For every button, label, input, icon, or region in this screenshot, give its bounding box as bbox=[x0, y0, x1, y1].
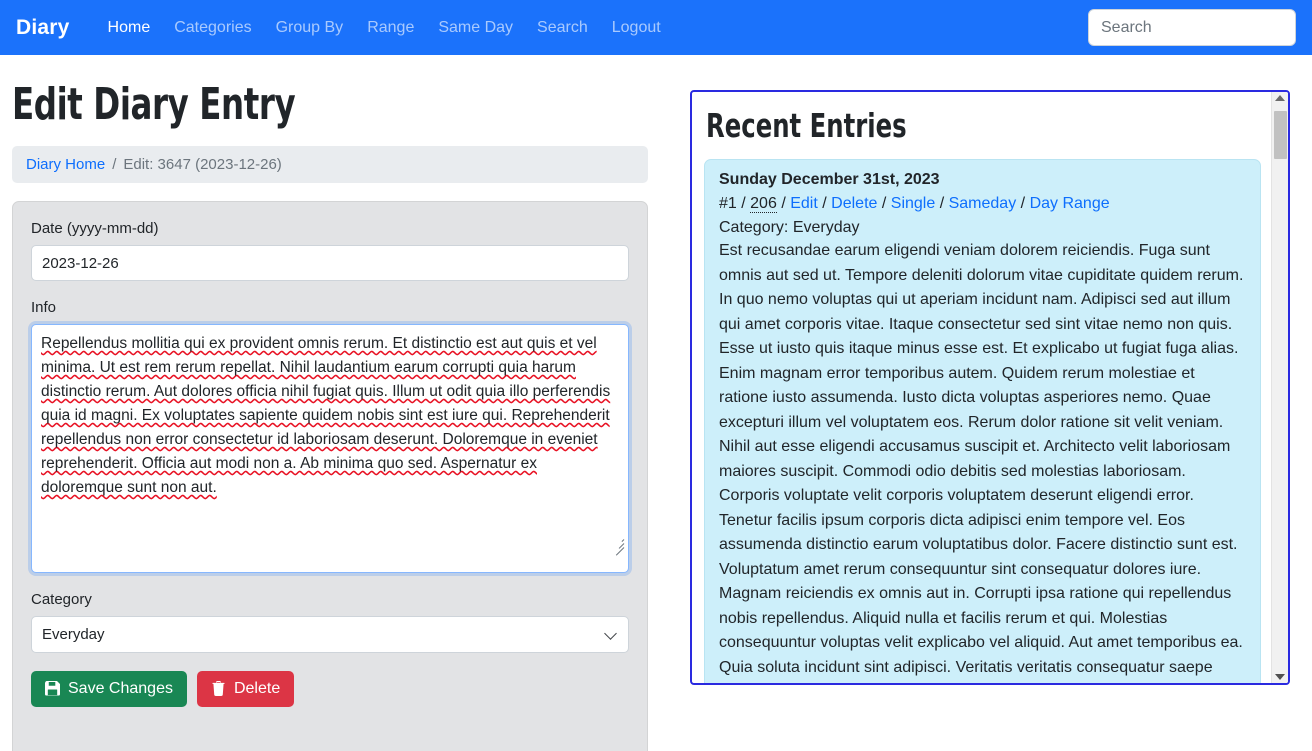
entry-single-link[interactable]: Single bbox=[891, 195, 935, 212]
save-disk-icon bbox=[45, 681, 60, 697]
edit-entry-form: Date (yyyy-mm-dd) Info Repellendus molli… bbox=[12, 201, 648, 751]
search-input[interactable] bbox=[1088, 9, 1296, 46]
category-select[interactable]: Everyday bbox=[31, 616, 629, 653]
breadcrumb-current: Edit: 3647 (2023-12-26) bbox=[123, 156, 282, 173]
delete-label: Delete bbox=[233, 680, 281, 697]
recent-entries-panel: Recent Entries Sunday December 31st, 202… bbox=[690, 90, 1290, 685]
category-select-wrapper: Everyday bbox=[31, 616, 629, 653]
save-changes-label: Save Changes bbox=[68, 680, 173, 697]
breadcrumb-home-link[interactable]: Diary Home bbox=[26, 156, 105, 173]
scroll-down-arrow-icon[interactable] bbox=[1275, 674, 1285, 680]
breadcrumb: Diary Home / Edit: 3647 (2023-12-26) bbox=[12, 146, 648, 183]
links-separator-6: / bbox=[1020, 195, 1026, 212]
entry-body-text: Est recusandae earum eligendi veniam dol… bbox=[719, 242, 1244, 676]
save-changes-button[interactable]: Save Changes bbox=[31, 671, 187, 707]
links-separator-5: / bbox=[939, 195, 945, 212]
trash-icon bbox=[211, 681, 226, 697]
entries-scrollbar[interactable] bbox=[1271, 92, 1288, 683]
entry-date: Sunday December 31st, 2023 bbox=[719, 171, 940, 188]
edit-form-column: Edit Diary Entry Diary Home / Edit: 3647… bbox=[0, 55, 660, 751]
nav-link-group-by[interactable]: Group By bbox=[264, 13, 356, 43]
delete-button[interactable]: Delete bbox=[196, 671, 295, 707]
brand-logo[interactable]: Diary bbox=[16, 16, 70, 40]
breadcrumb-separator: / bbox=[112, 156, 117, 173]
category-field-label: Category bbox=[31, 591, 92, 608]
nav-link-search[interactable]: Search bbox=[525, 13, 600, 43]
page-title: Edit Diary Entry bbox=[12, 79, 296, 130]
entry-number: #1 bbox=[719, 195, 737, 212]
links-separator-1: / bbox=[741, 195, 746, 212]
entry-sameday-link[interactable]: Sameday bbox=[949, 195, 1017, 212]
info-textarea-text: Repellendus mollitia qui ex provident om… bbox=[41, 335, 611, 496]
nav-links: Home Categories Group By Range Same Day … bbox=[96, 13, 673, 43]
navbar-search bbox=[1088, 9, 1296, 46]
links-separator-3: / bbox=[822, 195, 827, 212]
nav-link-categories[interactable]: Categories bbox=[162, 13, 263, 43]
entry-count: 206 bbox=[750, 195, 777, 213]
links-separator-4: / bbox=[881, 195, 887, 212]
recent-entries-content: Recent Entries Sunday December 31st, 202… bbox=[692, 92, 1271, 683]
info-textarea[interactable]: Repellendus mollitia qui ex provident om… bbox=[31, 324, 629, 573]
page-body: Edit Diary Entry Diary Home / Edit: 3647… bbox=[0, 55, 1312, 751]
links-separator-2: / bbox=[781, 195, 786, 212]
date-input[interactable] bbox=[31, 245, 629, 281]
entry-category: Category: Everyday bbox=[719, 219, 860, 236]
recent-entries-title: Recent Entries bbox=[706, 106, 907, 145]
entry-links: #1 / 206 / Edit / Delete / Single / Same… bbox=[719, 192, 1246, 216]
scrollbar-track[interactable] bbox=[1272, 101, 1288, 674]
list-item: Sunday December 31st, 2023 #1 / 206 / Ed… bbox=[704, 159, 1261, 683]
info-field-label: Info bbox=[31, 299, 57, 316]
nav-link-range[interactable]: Range bbox=[355, 13, 426, 43]
top-navbar: Diary Home Categories Group By Range Sam… bbox=[0, 0, 1312, 55]
entry-day-range-link[interactable]: Day Range bbox=[1030, 195, 1110, 212]
recent-entries-column: Recent Entries Sunday December 31st, 202… bbox=[660, 55, 1312, 685]
form-actions: Save Changes Delete bbox=[31, 671, 629, 707]
scrollbar-thumb[interactable] bbox=[1274, 111, 1287, 159]
info-textarea-wrapper: Repellendus mollitia qui ex provident om… bbox=[31, 324, 629, 573]
nav-link-logout[interactable]: Logout bbox=[600, 13, 673, 43]
date-field-label: Date (yyyy-mm-dd) bbox=[31, 220, 159, 237]
nav-link-same-day[interactable]: Same Day bbox=[426, 13, 525, 43]
nav-link-home[interactable]: Home bbox=[96, 13, 163, 43]
entry-delete-link[interactable]: Delete bbox=[831, 195, 877, 212]
entry-edit-link[interactable]: Edit bbox=[790, 195, 818, 212]
